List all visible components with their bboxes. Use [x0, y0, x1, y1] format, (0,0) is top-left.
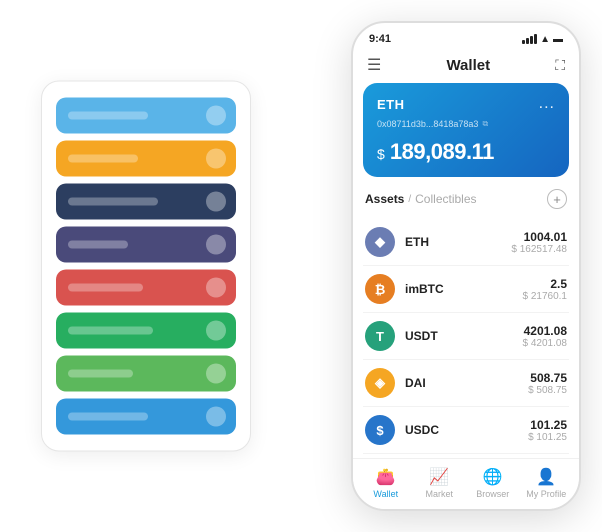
asset-name-imbtc: imBTC [405, 282, 523, 296]
asset-name-dai: DAI [405, 376, 528, 390]
asset-icon-usdc: $ [365, 415, 395, 445]
asset-amounts-eth: 1004.01$ 162517.48 [511, 230, 567, 255]
bottom-nav-label-0: Wallet [373, 489, 398, 499]
stack-card-7 [56, 399, 236, 435]
asset-name-usdc: USDC [405, 423, 528, 437]
wifi-icon: ▲ [540, 34, 550, 45]
copy-icon[interactable]: ⧉ [482, 119, 488, 129]
bottom-nav-icon-3: 👤 [536, 467, 556, 487]
asset-usd-imbtc: $ 21760.1 [523, 291, 568, 302]
asset-balance-usdc: 101.25 [528, 418, 567, 432]
bottom-nav-browser[interactable]: 🌐 Browser [466, 467, 520, 499]
balance-currency: $ [377, 146, 384, 162]
bottom-nav-market[interactable]: 📈 Market [413, 467, 467, 499]
bottom-nav-label-2: Browser [476, 489, 509, 499]
tab-collectibles[interactable]: Collectibles [415, 192, 476, 206]
asset-name-eth: ETH [405, 235, 511, 249]
assets-header: Assets / Collectibles + [363, 189, 569, 209]
eth-balance: $ 189,089.11 [377, 139, 555, 165]
asset-usd-usdc: $ 101.25 [528, 432, 567, 443]
phone: 9:41 ▲ ▬ ☰ Wallet ⛶ ETH [351, 21, 581, 511]
asset-row-dai[interactable]: ◈ DAI508.75$ 508.75 [363, 360, 569, 407]
asset-row-usdc[interactable]: $ USDC101.25$ 101.25 [363, 407, 569, 454]
asset-row-eth[interactable]: ◆ ETH1004.01$ 162517.48 [363, 219, 569, 266]
asset-row-usdt[interactable]: T USDT4201.08$ 4201.08 [363, 313, 569, 360]
asset-name-usdt: USDT [405, 329, 523, 343]
expand-icon[interactable]: ⛶ [555, 57, 565, 74]
asset-list: ◆ ETH1004.01$ 162517.48 ₿ imBTC2.5$ 21760.1… [363, 219, 569, 458]
status-bar: 9:41 ▲ ▬ [353, 23, 579, 49]
assets-tabs: Assets / Collectibles [365, 192, 477, 206]
asset-usd-eth: $ 162517.48 [511, 244, 567, 255]
eth-label: ETH [377, 97, 405, 112]
asset-balance-imbtc: 2.5 [523, 277, 568, 291]
phone-nav: ☰ Wallet ⛶ [353, 49, 579, 83]
menu-icon[interactable]: ☰ [367, 55, 381, 75]
asset-usd-dai: $ 508.75 [528, 385, 567, 396]
asset-amounts-usdt: 4201.08$ 4201.08 [523, 324, 568, 349]
stack-card-3 [56, 227, 236, 263]
bottom-nav-icon-1: 📈 [429, 467, 449, 487]
bottom-nav-label-3: My Profile [526, 489, 566, 499]
scene: 9:41 ▲ ▬ ☰ Wallet ⛶ ETH [11, 11, 591, 521]
asset-icon-eth: ◆ [365, 227, 395, 257]
eth-card-header: ETH ... [377, 95, 555, 113]
bottom-nav-icon-0: 👛 [376, 467, 396, 487]
asset-usd-usdt: $ 4201.08 [523, 338, 568, 349]
card-stack [41, 81, 251, 452]
stack-card-0 [56, 98, 236, 134]
status-time: 9:41 [369, 33, 391, 45]
asset-balance-usdt: 4201.08 [523, 324, 568, 338]
asset-icon-imbtc: ₿ [365, 274, 395, 304]
eth-more-button[interactable]: ... [539, 95, 555, 113]
add-asset-button[interactable]: + [547, 189, 567, 209]
status-icons: ▲ ▬ [522, 34, 563, 45]
signal-icon [522, 34, 537, 44]
eth-card: ETH ... 0x08711d3b...8418a78a3 ⧉ $ 189,0… [363, 83, 569, 177]
battery-icon: ▬ [553, 34, 563, 45]
stack-card-1 [56, 141, 236, 177]
asset-amounts-imbtc: 2.5$ 21760.1 [523, 277, 568, 302]
asset-amounts-dai: 508.75$ 508.75 [528, 371, 567, 396]
asset-icon-dai: ◈ [365, 368, 395, 398]
phone-content[interactable]: ETH ... 0x08711d3b...8418a78a3 ⧉ $ 189,0… [353, 83, 579, 458]
stack-card-4 [56, 270, 236, 306]
bottom-nav-wallet[interactable]: 👛 Wallet [359, 467, 413, 499]
balance-amount: 189,089.11 [390, 139, 494, 164]
asset-row-imbtc[interactable]: ₿ imBTC2.5$ 21760.1 [363, 266, 569, 313]
stack-card-2 [56, 184, 236, 220]
tab-assets[interactable]: Assets [365, 192, 404, 206]
asset-balance-eth: 1004.01 [511, 230, 567, 244]
bottom-nav-label-1: Market [425, 489, 453, 499]
nav-title: Wallet [446, 57, 490, 74]
tab-separator: / [408, 194, 411, 205]
bottom-nav-icon-2: 🌐 [483, 467, 503, 487]
eth-address: 0x08711d3b...8418a78a3 ⧉ [377, 119, 555, 129]
asset-balance-dai: 508.75 [528, 371, 567, 385]
asset-icon-usdt: T [365, 321, 395, 351]
bottom-nav: 👛 Wallet 📈 Market 🌐 Browser 👤 My Profile [353, 458, 579, 509]
asset-amounts-usdc: 101.25$ 101.25 [528, 418, 567, 443]
stack-card-6 [56, 356, 236, 392]
stack-card-5 [56, 313, 236, 349]
bottom-nav-my-profile[interactable]: 👤 My Profile [520, 467, 574, 499]
